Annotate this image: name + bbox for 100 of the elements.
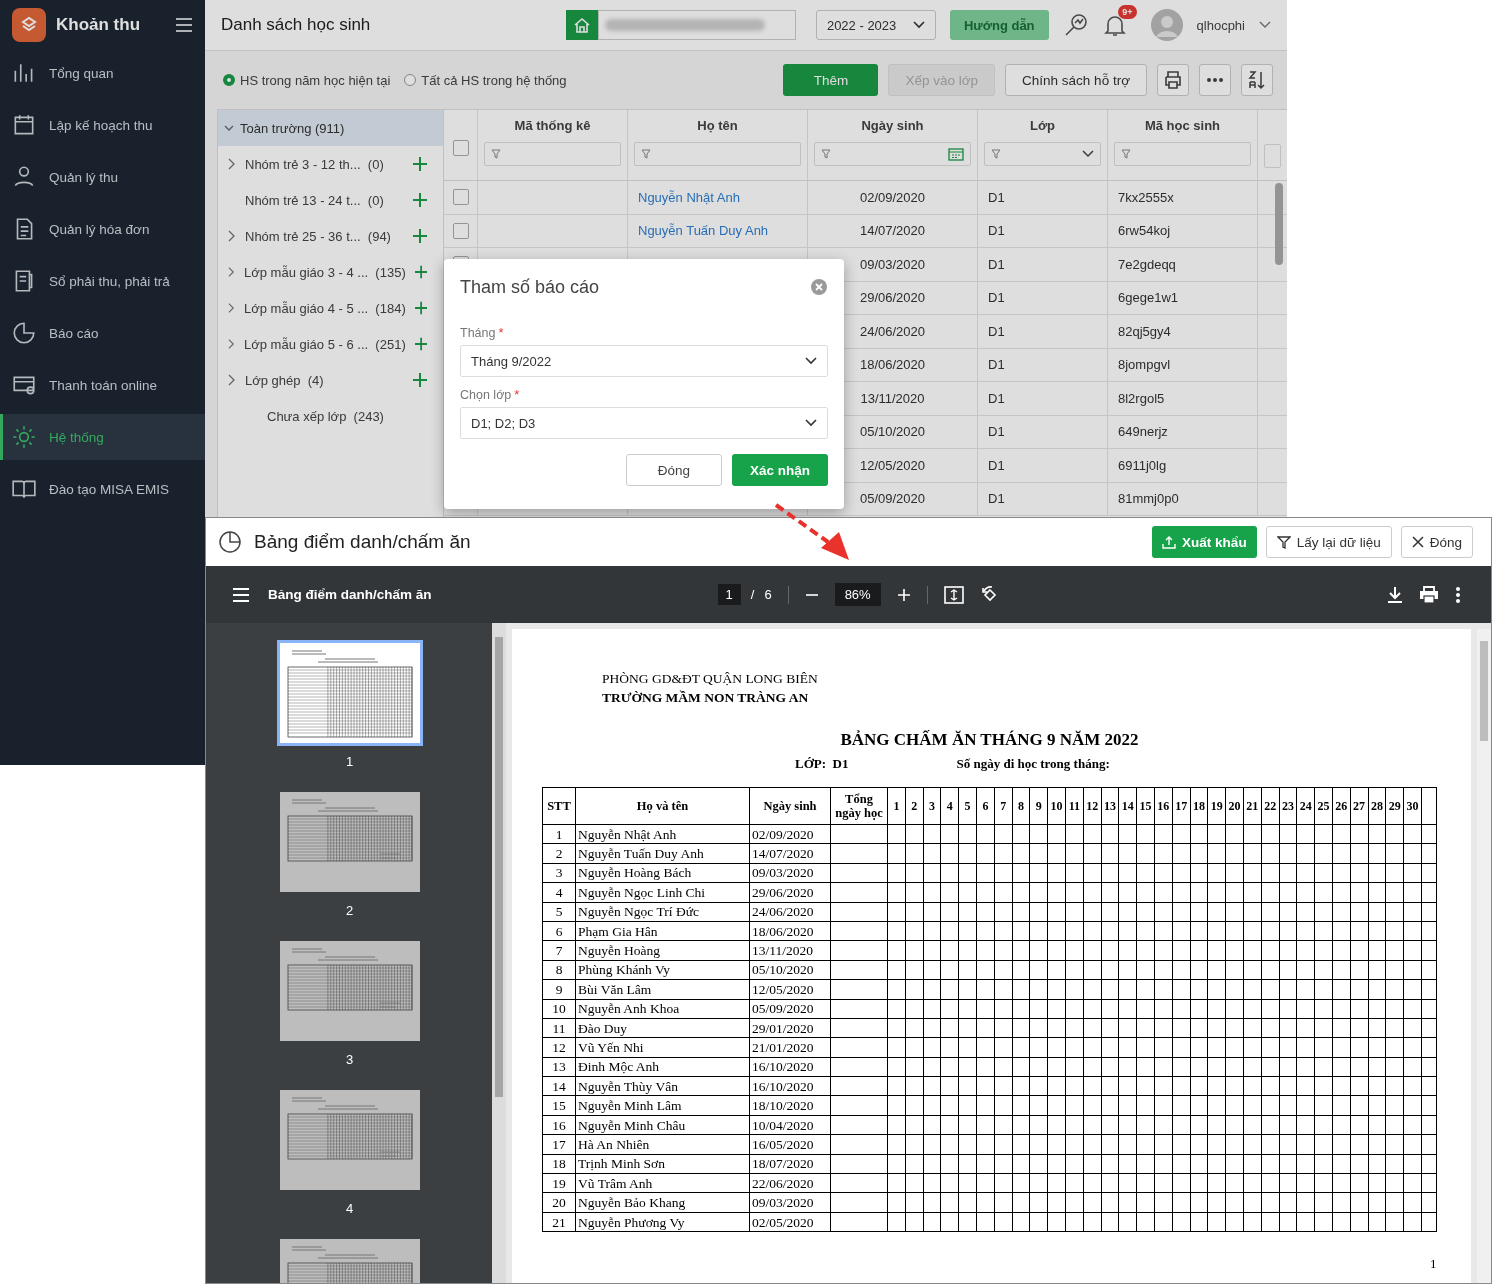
tree-item[interactable]: Lớp mẫu giáo 5 - 6 ... (251) (244, 336, 406, 352)
add-icon[interactable] (413, 373, 427, 387)
scrollbar[interactable] (1480, 641, 1488, 741)
sidebar-item[interactable]: Tổng quan (0, 50, 205, 96)
tree-item[interactable]: Nhóm trẻ 25 - 36 t... (94) (245, 228, 404, 244)
table-cell: 16/10/2020 (752, 1059, 814, 1075)
page-thumbnail[interactable] (276, 640, 423, 746)
more-button[interactable] (1199, 64, 1231, 96)
column-filter-field[interactable] (984, 142, 1101, 166)
toolbar-button[interactable]: Chính sách hỗ trợ (1005, 64, 1147, 96)
expand-icon[interactable] (228, 302, 235, 314)
download-icon[interactable] (1387, 585, 1403, 604)
sort-button[interactable] (1241, 64, 1273, 96)
column-header[interactable]: Mã thống kê (514, 118, 591, 133)
add-icon[interactable] (413, 157, 427, 171)
column-filter-field[interactable] (1264, 144, 1281, 168)
caret-icon[interactable] (1082, 150, 1094, 158)
sidebar-item[interactable]: Báo cáo (0, 310, 205, 356)
column-filter-field[interactable] (484, 142, 621, 166)
scrollbar[interactable] (495, 637, 503, 1097)
add-icon[interactable] (413, 193, 427, 207)
tree-item[interactable]: Lớp ghép (4) (245, 372, 404, 388)
expand-icon[interactable] (228, 266, 235, 278)
tree-item[interactable]: Chưa xếp lớp (243) (267, 408, 443, 424)
zoom-field[interactable]: 86% (834, 583, 881, 606)
tree-item[interactable]: Lớp mẫu giáo 4 - 5 ... (184) (244, 300, 406, 316)
home-button[interactable] (565, 10, 598, 40)
table-cell: 02/09/2020 (752, 826, 814, 842)
close-icon[interactable] (810, 278, 828, 296)
table-cell: 7 (555, 943, 563, 959)
tree-item[interactable]: Lớp mẫu giáo 3 - 4 ... (135) (244, 264, 406, 280)
table-cell: 8jompgvl (1118, 357, 1171, 373)
column-header[interactable]: Lớp (1029, 118, 1056, 133)
table-header: STT (542, 787, 576, 825)
table-cell: 14 (552, 1078, 566, 1094)
column-filter-field[interactable] (634, 142, 801, 166)
avatar-icon[interactable] (1150, 9, 1183, 41)
sidebar-item[interactable]: Đào tạo MISA EMIS (0, 466, 205, 512)
scrollbar[interactable] (1275, 183, 1283, 265)
print-button[interactable] (1157, 64, 1189, 96)
student-name-link[interactable]: Nguyễn Tuấn Duy Anh (638, 223, 769, 239)
page-number-field[interactable]: 1 (717, 584, 741, 605)
school-year-select[interactable]: 2022 - 2023 (815, 10, 936, 40)
tree-item[interactable]: Nhóm trẻ 13 - 24 t... (0) (245, 192, 404, 208)
select-field[interactable]: D1; D2; D3 (460, 407, 828, 439)
sidebar-item[interactable]: Hệ thống (0, 414, 205, 460)
row-checkbox[interactable] (452, 189, 469, 206)
sidebar-item[interactable]: Quản lý hóa đơn (0, 206, 205, 252)
window-button[interactable]: Lấy lại dữ liệu (1265, 526, 1392, 558)
page-number: 1 (1430, 1256, 1437, 1272)
dialog-button[interactable]: Đóng (626, 454, 722, 486)
caret-icon[interactable] (1259, 21, 1271, 29)
table-cell: Đinh Mộc Anh (578, 1059, 659, 1075)
page-label: 2 (345, 903, 354, 918)
menu-icon[interactable] (175, 17, 193, 33)
column-header[interactable]: Mã học sinh (1144, 118, 1221, 133)
sidebar-item[interactable]: Lập kế hoạch thu (0, 102, 205, 148)
zoom-in-icon[interactable] (896, 587, 911, 602)
sidebar-item[interactable]: Thanh toán online (0, 362, 205, 408)
radio-option[interactable]: Tất cả HS trong hệ thống (404, 72, 567, 88)
expand-icon[interactable] (228, 230, 236, 242)
column-filter-field[interactable] (1114, 142, 1251, 166)
add-icon[interactable] (414, 301, 427, 315)
table-cell: Nguyễn Phương Vy (578, 1214, 685, 1230)
add-icon[interactable] (413, 229, 427, 243)
expand-icon[interactable] (228, 374, 236, 386)
select-field[interactable]: Tháng 9/2022 (460, 345, 828, 377)
column-filter-field[interactable] (814, 142, 971, 166)
table-cell: Nguyễn Tuấn Duy Anh (578, 846, 704, 862)
dialog-title: Tham số báo cáo (460, 276, 600, 298)
row-checkbox[interactable] (452, 222, 469, 239)
expand-icon[interactable] (228, 338, 235, 350)
calendar-icon[interactable] (948, 147, 964, 161)
school-field[interactable] (597, 10, 796, 40)
table-cell: 18/07/2020 (752, 1156, 814, 1172)
sidebar-item[interactable]: Sổ phải thu, phải trả (0, 258, 205, 304)
tree-item[interactable]: Toàn trường (911) (218, 110, 443, 146)
add-icon[interactable] (414, 265, 427, 279)
add-icon[interactable] (414, 337, 427, 351)
table-header: Ngày sinh (749, 787, 831, 825)
window-button[interactable]: Đóng (1400, 526, 1473, 558)
document-title: Bảng điểm danh/chấm ăn (268, 587, 432, 602)
filter-icon (641, 149, 651, 159)
table-cell: 8l2rgol5 (1118, 390, 1165, 406)
sidebar-item[interactable]: Quản lý thu (0, 154, 205, 200)
fit-page-icon[interactable] (943, 585, 964, 604)
print-icon[interactable] (1419, 585, 1439, 604)
user-name[interactable]: qlhocphi (1196, 17, 1245, 33)
caret-icon[interactable] (224, 123, 234, 133)
more-icon[interactable] (1455, 585, 1461, 604)
column-header[interactable]: Ngày sinh (861, 118, 924, 133)
table-cell: 7e2gdeqq (1118, 256, 1176, 272)
table-cell: 7kx2555x (1118, 189, 1174, 205)
select-all-checkbox[interactable] (452, 140, 469, 156)
student-name-link[interactable]: Nguyễn Nhật Anh (638, 189, 740, 205)
table-cell: 29/06/2020 (859, 290, 926, 306)
tree-item[interactable]: Nhóm trẻ 3 - 12 th... (0) (245, 156, 404, 172)
column-header[interactable]: Họ tên (697, 118, 738, 133)
radio-option[interactable]: HS trong năm học hiện tại (223, 72, 391, 88)
expand-icon[interactable] (228, 158, 236, 170)
